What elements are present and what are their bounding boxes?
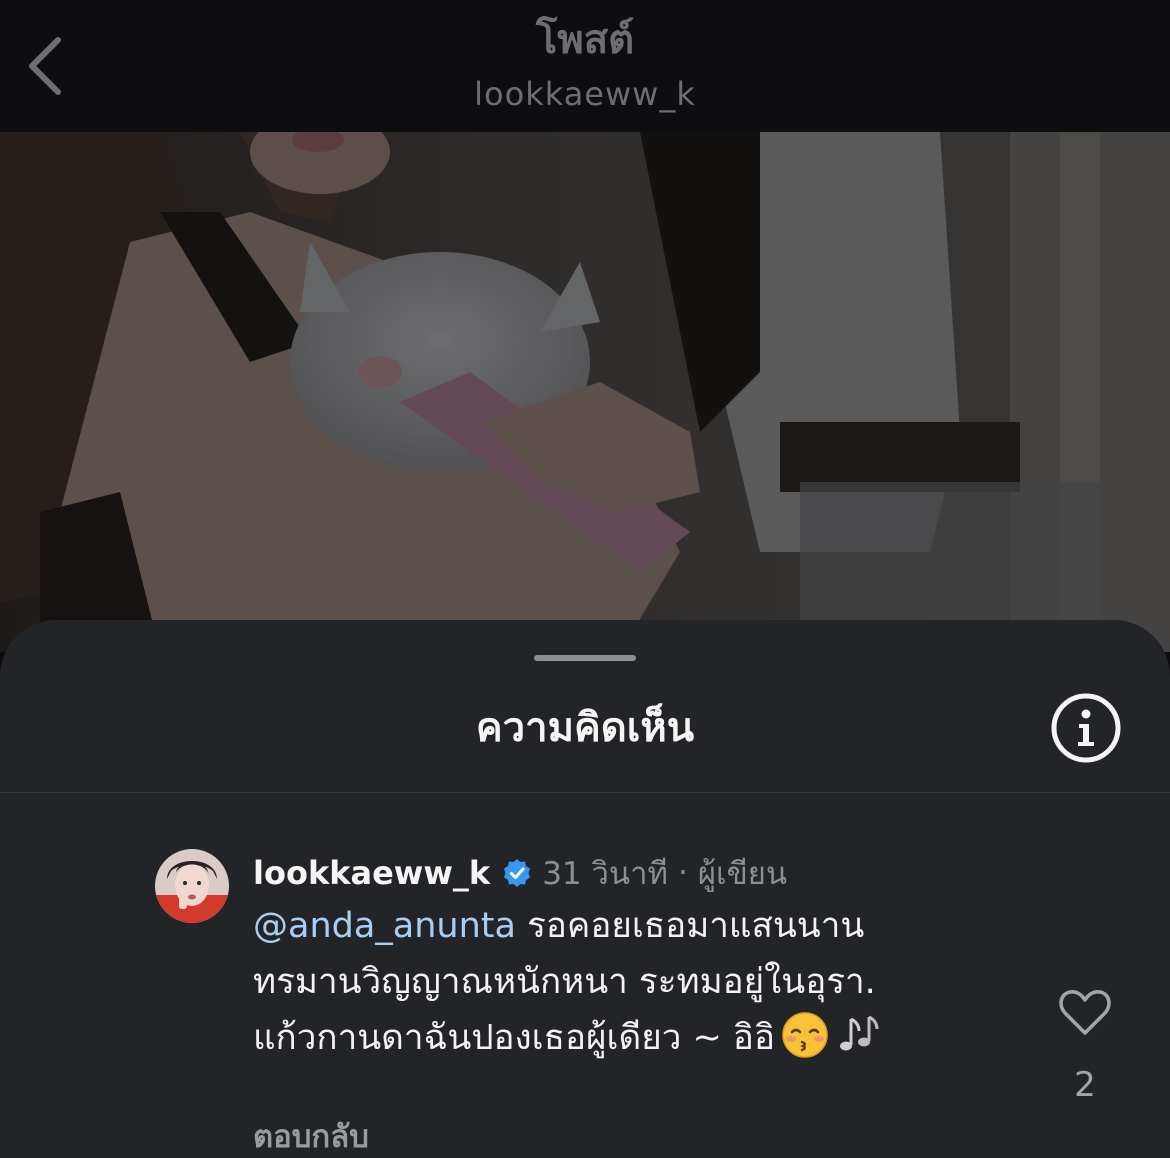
kissing-face-icon	[781, 1011, 829, 1059]
avatar-image	[155, 849, 229, 923]
comment-username[interactable]: lookkaeww_k	[253, 854, 490, 892]
like-count: 2	[1074, 1065, 1096, 1105]
verified-badge-icon	[502, 858, 532, 888]
screen: โพสต์ lookkaeww_k ความคิดเห็น lookkaeww_…	[0, 0, 1170, 1158]
comment-line-1: @anda_anunta รอคอยเธอมาแสนนาน	[253, 898, 1013, 954]
avatar[interactable]	[155, 849, 229, 923]
comment-timestamp: 31 วินาที	[542, 856, 668, 892]
comment-header: lookkaeww_k 31 วินาที · ผู้เขียน	[253, 851, 787, 895]
post-image	[0, 132, 1170, 652]
author-label: ผู้เขียน	[697, 856, 788, 892]
mention-link[interactable]: @anda_anunta	[253, 906, 516, 946]
post-author-subtitle[interactable]: lookkaeww_k	[0, 72, 1170, 116]
post-photo-backdrop[interactable]	[0, 132, 1170, 652]
comment-line-3-text: แก้วกานดาฉันปองเธอผู้เดียว ~ อิอิ	[253, 1018, 775, 1058]
top-nav-bar: โพสต์ lookkaeww_k	[0, 0, 1170, 132]
comment-line-2: ทรมานวิญญาณหนักหนา ระทมอยู่ในอุรา.	[253, 962, 876, 1002]
comment-text: @anda_anunta รอคอยเธอมาแสนนาน ทรมานวิญญา…	[253, 898, 1013, 1066]
reply-button[interactable]: ตอบกลับ	[253, 1111, 369, 1158]
like-button[interactable]	[1058, 989, 1112, 1037]
meta-separator: ·	[677, 855, 688, 891]
comments-sheet: ความคิดเห็น lookkaeww_k 31 วินาที · ผู้เ…	[0, 620, 1170, 1158]
info-button[interactable]	[1049, 691, 1123, 765]
comment-item: lookkaeww_k 31 วินาที · ผู้เขียน @anda_a…	[0, 793, 1170, 1158]
heart-outline-icon	[1059, 990, 1111, 1035]
sheet-drag-handle[interactable]	[534, 655, 636, 661]
comment-line-1-text: รอคอยเธอมาแสนนาน	[515, 906, 865, 946]
page-title: โพสต์	[535, 17, 635, 63]
info-icon	[1051, 693, 1121, 763]
music-notes-icon	[835, 1011, 885, 1059]
comment-line-3: แก้วกานดาฉันปองเธอผู้เดียว ~ อิอิ	[253, 1010, 1013, 1066]
comments-title: ความคิดเห็น	[475, 705, 695, 751]
